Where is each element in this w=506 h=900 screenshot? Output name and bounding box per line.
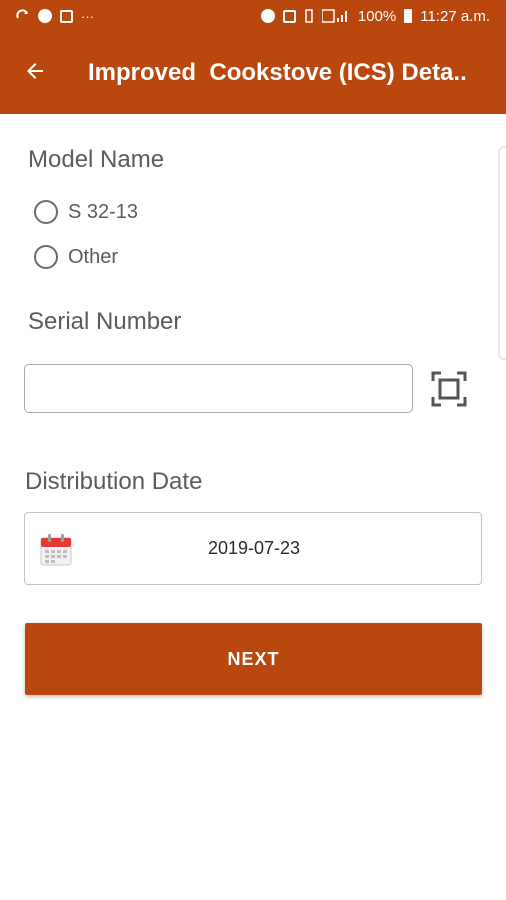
status-time: 11:27 a.m. bbox=[420, 7, 490, 25]
radio-option-other[interactable]: Other bbox=[34, 245, 118, 269]
messenger-icon bbox=[38, 9, 52, 23]
sync-icon bbox=[16, 9, 30, 23]
distribution-date-value: 2019-07-23 bbox=[207, 538, 301, 558]
arrow-back-icon bbox=[23, 59, 47, 88]
model-name-label: Model Name bbox=[28, 146, 165, 173]
barcode-scan-icon bbox=[430, 371, 468, 412]
photo-icon bbox=[60, 9, 73, 23]
serial-number-input[interactable] bbox=[24, 364, 413, 413]
alarm-icon bbox=[260, 9, 275, 23]
radio-button-icon[interactable] bbox=[34, 200, 58, 224]
status-right-icons: 100% 11:27 a.m. bbox=[260, 7, 490, 25]
page-title: Improved Cookstove (ICS) Deta.. bbox=[88, 59, 467, 86]
distribution-date-label: Distribution Date bbox=[25, 468, 203, 495]
signal-icon bbox=[321, 9, 350, 23]
notification-badge-icon bbox=[282, 9, 296, 23]
next-button[interactable]: NEXT bbox=[25, 623, 482, 695]
serial-number-label: Serial Number bbox=[28, 308, 182, 335]
radio-option-s3213[interactable]: S 32-13 bbox=[34, 200, 138, 224]
scroll-indicator bbox=[498, 146, 506, 360]
status-left-icons: ··· bbox=[16, 9, 94, 23]
more-icon: ··· bbox=[81, 8, 94, 24]
radio-button-icon[interactable] bbox=[34, 245, 58, 269]
app-bar: Improved Cookstove (ICS) Deta.. bbox=[0, 32, 506, 114]
radio-option-label: S 32-13 bbox=[68, 200, 139, 223]
distribution-date-field[interactable]: 2019-07-23 bbox=[24, 512, 482, 585]
scan-button[interactable] bbox=[430, 370, 468, 408]
battery-icon bbox=[404, 9, 413, 23]
back-button[interactable] bbox=[0, 32, 70, 114]
status-bar: ··· 100% 11:27 a.m. bbox=[0, 0, 506, 32]
radio-option-label: Other bbox=[68, 245, 119, 268]
battery-percent: 100% bbox=[357, 7, 397, 25]
vibrate-icon bbox=[304, 9, 314, 23]
